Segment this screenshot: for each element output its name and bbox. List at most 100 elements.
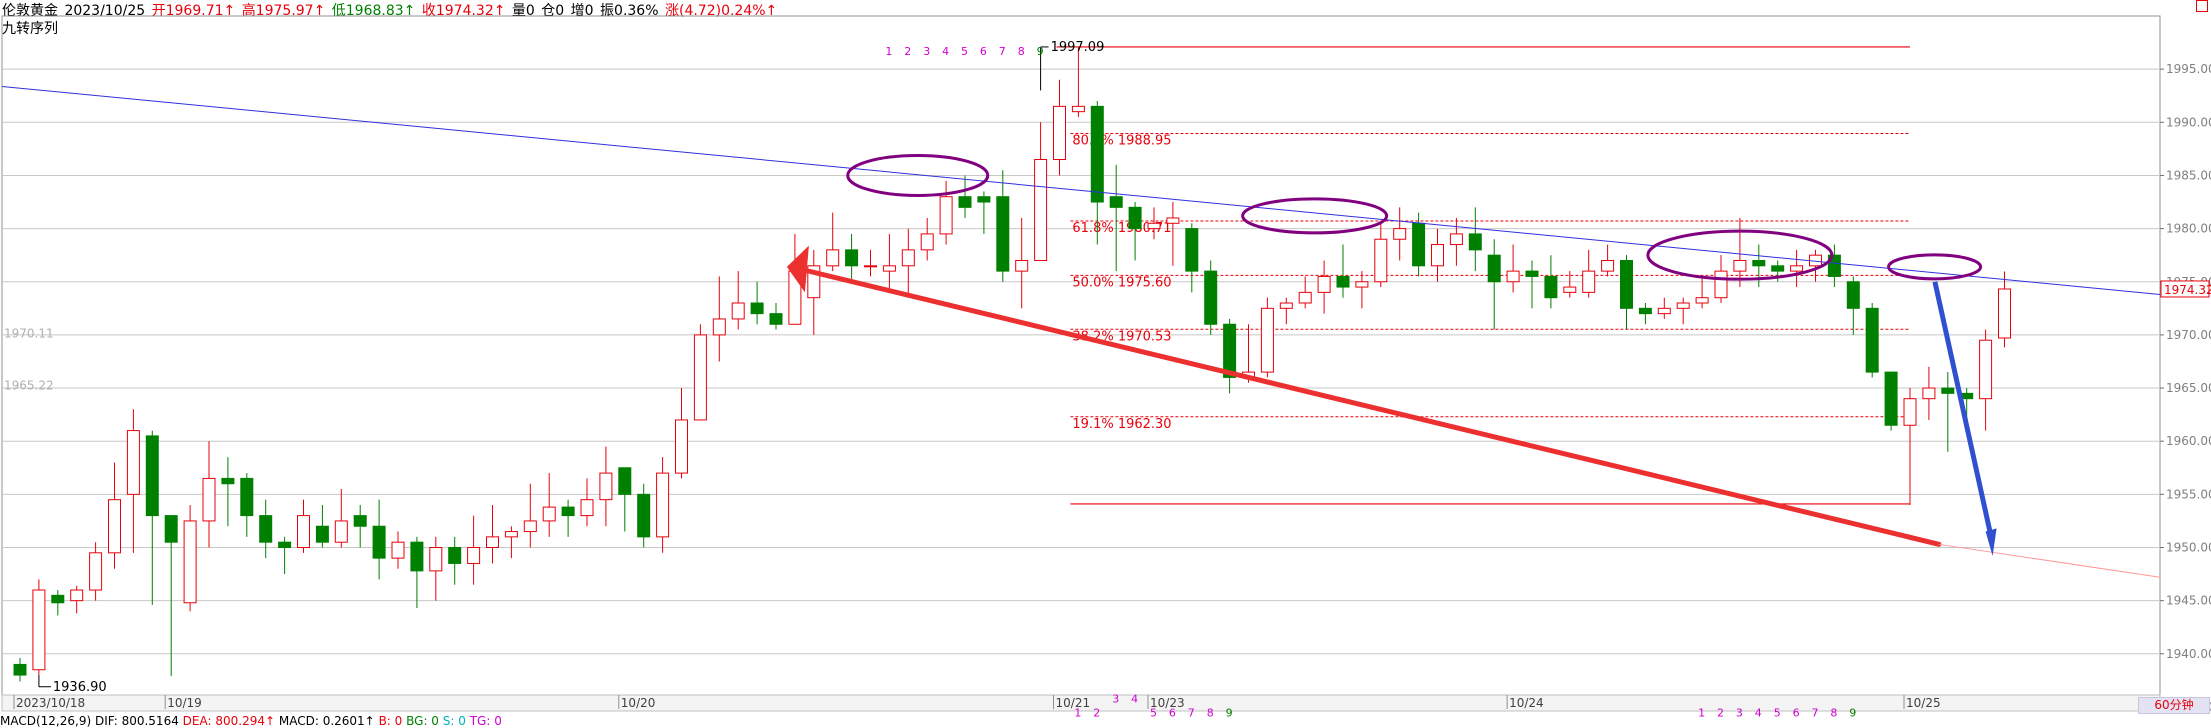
candle-body	[504, 531, 518, 538]
candle-body	[1412, 222, 1426, 267]
support-trendline	[797, 266, 1942, 547]
candle-body	[108, 499, 121, 554]
candle-body	[1166, 217, 1180, 224]
candle-body	[1525, 270, 1539, 277]
candle-body	[523, 520, 537, 533]
td-count-label: 7	[1812, 707, 1819, 720]
candle-body	[1147, 222, 1161, 230]
candle-body	[164, 515, 178, 543]
candle-body	[1053, 105, 1066, 161]
left-axis-label: 1965.22	[4, 379, 54, 393]
td-count-label: 2	[1717, 707, 1724, 720]
macd-value: MACD: 0.2601↑	[278, 714, 375, 728]
candle-body	[882, 265, 896, 272]
td-count-label: 5	[961, 45, 968, 58]
candle-body	[769, 313, 783, 325]
td-count-label: 6	[980, 45, 987, 58]
candle-body	[1487, 254, 1501, 283]
candle-body	[315, 525, 329, 543]
gridlines: 1935.001940.001945.001950.001955.001960.…	[2, 62, 2211, 714]
candle-body	[334, 520, 348, 543]
candle-body	[939, 196, 953, 235]
candle-body	[1790, 265, 1804, 272]
resistance-ellipse	[1887, 253, 1983, 281]
candle-body	[1544, 275, 1558, 299]
candle-body	[126, 430, 140, 495]
resistance-trendline	[1, 85, 2161, 295]
candle-body	[712, 318, 726, 336]
candle-body	[429, 547, 443, 572]
td-count-label: 8	[1830, 707, 1837, 720]
macd-dea: DEA: 800.294↑	[182, 714, 276, 728]
candle-body	[1109, 196, 1123, 208]
x-tick-label: 10/20	[621, 696, 656, 710]
x-tick-label: 2023/10/18	[16, 696, 85, 710]
y-tick-label: 1960.00	[2166, 434, 2211, 448]
candle-body	[1393, 228, 1407, 240]
candle-body	[561, 506, 575, 517]
macd-bg: BG: 0	[406, 714, 439, 728]
td-count-label: 7	[1188, 707, 1195, 720]
macd-tg: TG: 0	[469, 714, 502, 728]
low-label: 1936.90	[53, 680, 107, 695]
timeframe-button[interactable]: 60分钟	[2138, 697, 2210, 714]
td-count-label: 4	[942, 45, 949, 58]
candle-body	[1128, 206, 1142, 230]
fib-level-label: 19.1% 1962.30	[1072, 417, 1171, 432]
fib-level-label: 50.0% 1975.60	[1072, 275, 1171, 290]
td-count-label: 6	[1169, 707, 1176, 720]
candlestick-chart[interactable]: 1935.001940.001945.001950.001955.001960.…	[0, 0, 2211, 723]
candle-body	[202, 477, 216, 522]
candle-body	[486, 536, 499, 548]
td-count-label: 7	[999, 45, 1006, 58]
y-tick-label: 1965.00	[2166, 381, 2211, 395]
candle-body	[70, 589, 84, 602]
td-count-label: 8	[1018, 45, 1025, 58]
candle-body	[467, 547, 481, 564]
candle-body	[1431, 244, 1444, 267]
fib-level-label: 80.9% 1988.95	[1072, 133, 1171, 148]
y-tick-label: 1940.00	[2166, 647, 2211, 661]
candle-body	[1317, 275, 1331, 293]
y-tick-label: 1950.00	[2166, 541, 2211, 555]
candle-body	[1185, 228, 1199, 272]
candle-body	[845, 249, 859, 267]
candle-body	[1941, 387, 1955, 394]
support-trendline-extension	[1938, 543, 2161, 578]
macd-b: B: 0	[378, 714, 403, 728]
candle-body	[297, 515, 310, 548]
td-count-label: 4	[1131, 693, 1138, 706]
forecast-arrow	[1932, 281, 1995, 540]
td-count-label: 1	[885, 45, 892, 58]
td-count-label: 1	[1074, 707, 1081, 720]
candle-body	[1695, 297, 1709, 304]
candle-body	[1582, 270, 1596, 293]
y-tick-label: 1980.00	[2166, 222, 2211, 236]
candle-body	[1884, 371, 1898, 426]
candle-body	[51, 594, 65, 604]
x-tick-label: 10/24	[1509, 696, 1544, 710]
macd-s: S: 0	[442, 714, 466, 728]
candle-body	[89, 552, 103, 591]
td-count-label: 8	[1207, 707, 1214, 720]
td-count-label: 3	[1736, 707, 1743, 720]
candle-body	[1638, 307, 1652, 315]
candle-body	[1998, 288, 2011, 339]
candle-body	[1676, 302, 1690, 309]
resistance-ellipse	[1241, 197, 1389, 235]
candle-body	[1449, 233, 1463, 246]
candle-body	[13, 663, 27, 676]
candle-body	[372, 525, 386, 559]
candle-body	[637, 493, 651, 538]
candle-body	[1752, 259, 1766, 267]
candle-body	[599, 472, 613, 501]
candle-body	[1374, 238, 1388, 283]
left-axis-label: 1970.11	[4, 327, 54, 341]
macd-footer: MACD(12,26,9) DIF: 800.5164 DEA: 800.294…	[0, 714, 502, 728]
candle-body	[1771, 265, 1785, 272]
candle-body	[1657, 307, 1671, 315]
candle-body	[1468, 233, 1482, 251]
td-count-label: 9	[1849, 707, 1856, 720]
candle-body	[1733, 259, 1747, 272]
td-count-label: 2	[1093, 707, 1100, 720]
